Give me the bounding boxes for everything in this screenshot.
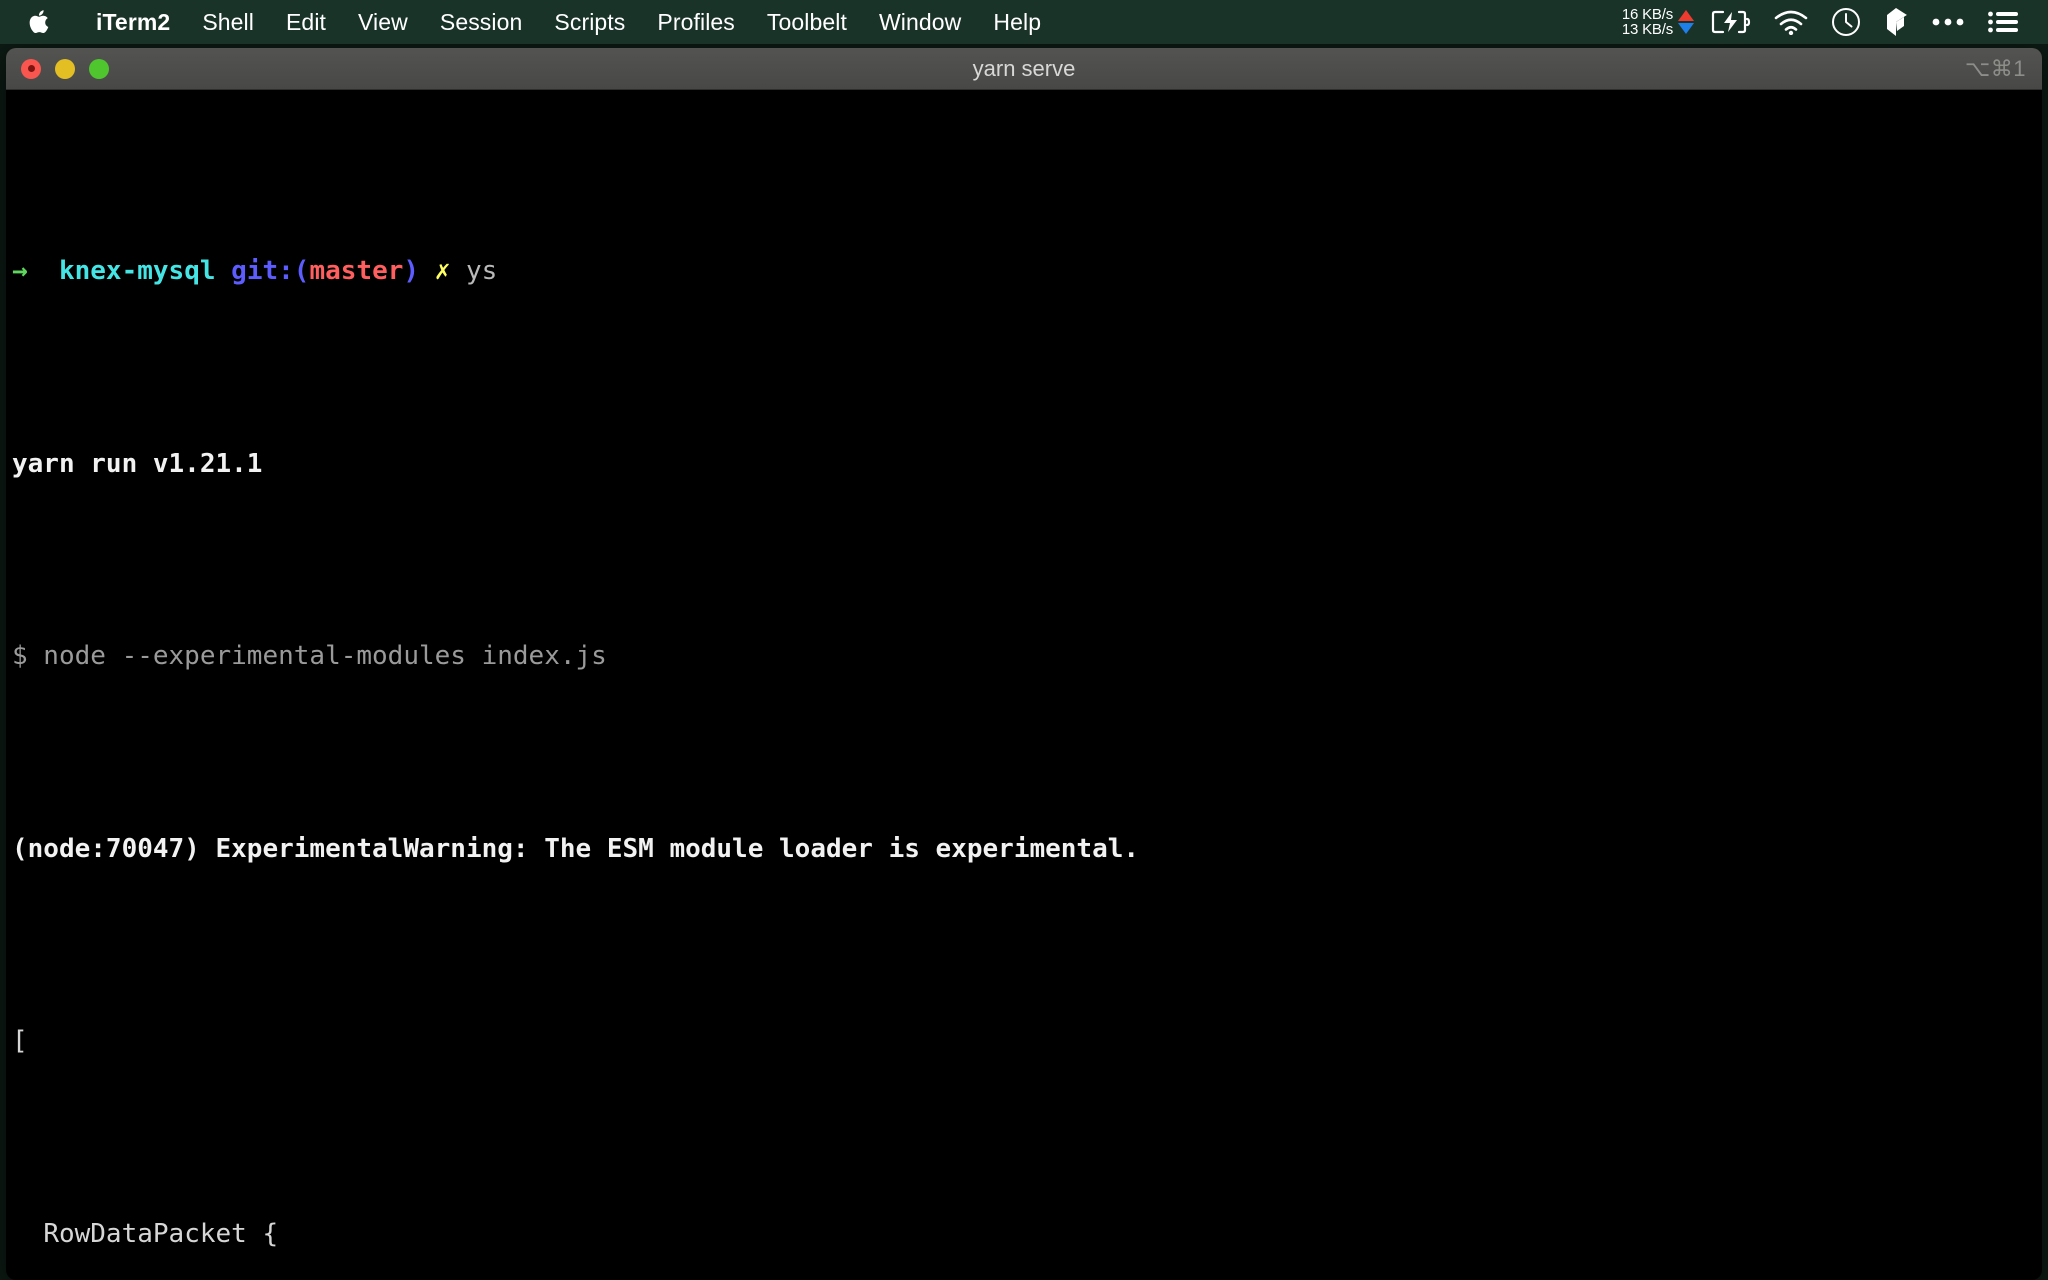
menu-item-toolbelt[interactable]: Toolbelt <box>751 0 863 44</box>
warning-text: (node:70047) ExperimentalWarning: The ES… <box>12 833 1140 864</box>
node-command-text: $ node --experimental-modules index.js <box>12 641 607 671</box>
menu-item-view[interactable]: View <box>342 0 424 44</box>
menu-item-iterm2[interactable]: iTerm2 <box>80 0 186 44</box>
upload-speed-label: 16 KB/s <box>1621 6 1673 23</box>
prompt-git-branch: master <box>309 256 404 286</box>
ellipsis-icon[interactable] <box>1920 0 1976 44</box>
terminal-line-open-bracket: [ <box>12 1022 2042 1061</box>
network-speed-indicator[interactable]: 16 KB/s 13 KB/s <box>1612 7 1700 37</box>
dropbox-icon[interactable] <box>1872 0 1920 44</box>
prompt-git-prefix: git:( <box>231 256 310 286</box>
menu-item-edit[interactable]: Edit <box>270 0 342 44</box>
menu-bar: iTerm2 Shell Edit View Session Scripts P… <box>0 0 2048 44</box>
terminal-line-warning: (node:70047) ExperimentalWarning: The ES… <box>12 830 2042 869</box>
terminal-line-packet-open-0: RowDataPacket { <box>12 1215 2042 1254</box>
terminal-line-yarn-version: yarn run v1.21.1 <box>12 445 2042 484</box>
prompt-space-2 <box>216 256 232 286</box>
upload-arrow-icon <box>1678 10 1694 21</box>
network-speed-values: 16 KB/s 13 KB/s <box>1622 7 1673 37</box>
prompt-directory: knex-mysql <box>58 256 216 286</box>
terminal-window: yarn serve ⌥⌘1 → knex-mysql git:(master)… <box>6 48 2042 1280</box>
clock-icon[interactable] <box>1820 0 1872 44</box>
prompt-space-4 <box>450 256 466 286</box>
terminal-line-node-command: $ node --experimental-modules index.js <box>12 637 2042 676</box>
prompt-space-1 <box>28 256 59 286</box>
battery-charging-icon[interactable] <box>1700 0 1762 44</box>
open-bracket-text: [ <box>12 1026 28 1056</box>
control-center-icon[interactable] <box>1976 0 2030 44</box>
network-speed-arrows <box>1678 10 1694 34</box>
prompt-git-suffix: ) <box>403 256 420 286</box>
traffic-light-buttons <box>6 58 109 79</box>
window-title: yarn serve <box>972 55 1076 81</box>
window-shortcut-hint: ⌥⌘1 <box>1964 55 2026 81</box>
maximize-button[interactable] <box>89 58 109 79</box>
window-title-bar[interactable]: yarn serve ⌥⌘1 <box>6 48 2042 90</box>
terminal-prompt-line: → knex-mysql git:(master) ✗ ys <box>12 252 2042 291</box>
menu-bar-left: iTerm2 Shell Edit View Session Scripts P… <box>0 0 1057 44</box>
prompt-arrow-icon: → <box>12 256 28 286</box>
prompt-status-mark: ✗ <box>434 256 451 286</box>
menu-item-help[interactable]: Help <box>977 0 1057 44</box>
terminal-output-area[interactable]: → knex-mysql git:(master) ✗ ys yarn run … <box>6 90 2042 1280</box>
close-button[interactable] <box>21 58 41 79</box>
menu-item-scripts[interactable]: Scripts <box>538 0 641 44</box>
minimize-button[interactable] <box>55 58 75 79</box>
download-speed-label: 13 KB/s <box>1621 21 1673 38</box>
prompt-command: ys <box>466 256 498 286</box>
menu-item-shell[interactable]: Shell <box>186 0 270 44</box>
download-arrow-icon <box>1678 23 1694 34</box>
yarn-version-text: yarn run v1.21.1 <box>12 448 263 479</box>
desktop: iTerm2 Shell Edit View Session Scripts P… <box>0 0 2048 1280</box>
packet-open-label-0: RowDataPacket { <box>43 1218 279 1249</box>
menu-bar-status-area: 16 KB/s 13 KB/s <box>1612 0 2048 44</box>
menu-item-session[interactable]: Session <box>424 0 539 44</box>
prompt-space-3 <box>419 256 435 286</box>
menu-item-window[interactable]: Window <box>863 0 977 44</box>
wifi-icon[interactable] <box>1762 0 1820 44</box>
menu-item-profiles[interactable]: Profiles <box>641 0 751 44</box>
apple-logo-icon[interactable] <box>28 7 54 37</box>
